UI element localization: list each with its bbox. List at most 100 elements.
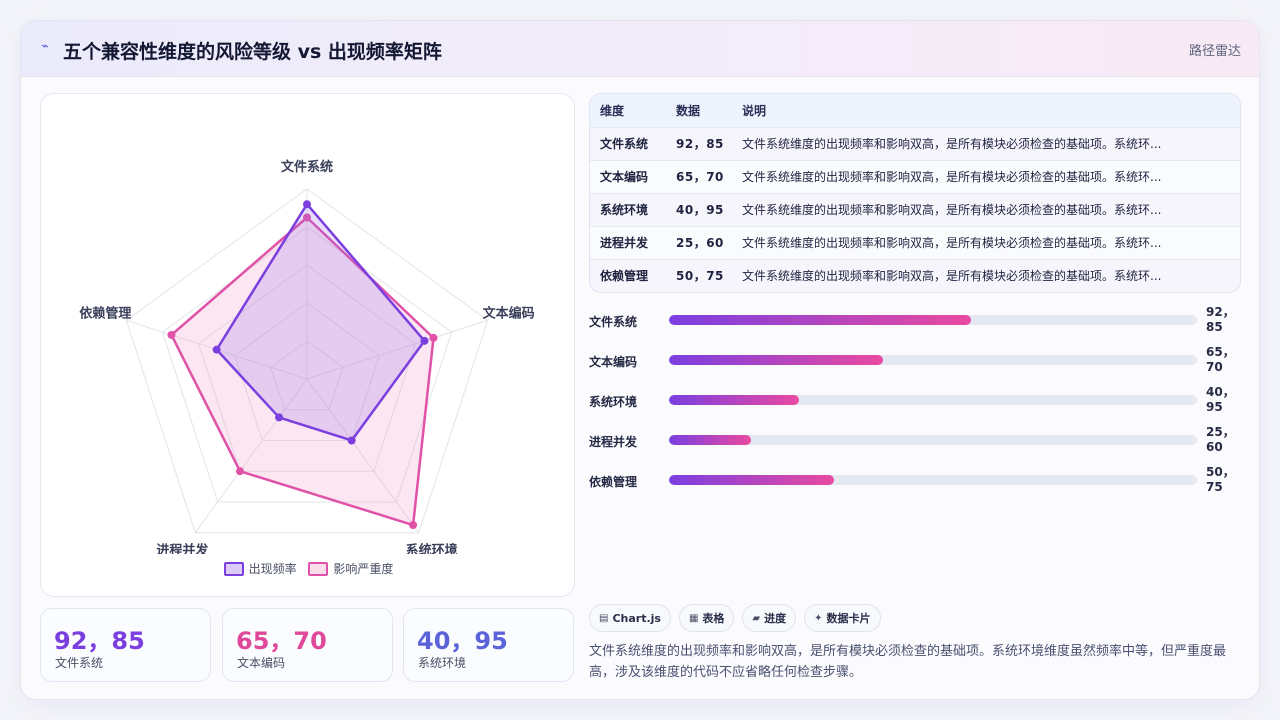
radar-data-point xyxy=(275,413,284,422)
chip-chartjs[interactable]: ▤ Chart.js xyxy=(589,604,671,632)
progress-label: 依赖管理 xyxy=(589,475,638,489)
cell-dimension: 文件系统 xyxy=(600,137,649,151)
progress-label: 文件系统 xyxy=(589,315,638,329)
progress-icon: ▰ xyxy=(752,612,761,624)
chip-table[interactable]: ▦ 表格 xyxy=(678,604,735,632)
page-title: 五个兼容性维度的风险等级 vs 出现频率矩阵 xyxy=(63,41,442,63)
stat-label: 文件系统 xyxy=(55,656,104,670)
progress-value: 40，95 xyxy=(1206,385,1235,414)
stat-value: 92，85 xyxy=(54,627,145,655)
pulse-icon: ⌁ xyxy=(41,39,49,54)
cell-dimension: 进程并发 xyxy=(600,236,649,250)
radar-data-point xyxy=(409,521,418,530)
stat-label: 系统环境 xyxy=(418,656,467,670)
stat-value: 65，70 xyxy=(236,627,327,655)
cell-data: 25，60 xyxy=(676,236,724,250)
progress-track xyxy=(669,475,1197,485)
tech-chips: ▤ Chart.js ▦ 表格 ▰ 进度 ✦ 数据卡片 xyxy=(589,604,881,632)
table-icon: ▦ xyxy=(688,612,699,624)
card-icon: ✦ xyxy=(814,612,823,624)
cell-data: 50，75 xyxy=(676,269,724,284)
chip-data-card[interactable]: ✦ 数据卡片 xyxy=(804,604,881,632)
header-bar: ⌁ 五个兼容性维度的风险等级 vs 出现频率矩阵 路径雷达 xyxy=(21,21,1259,77)
column-header-data[interactable]: 数据 xyxy=(676,94,742,127)
cell-description: 文件系统维度的出现频率和影响双高，是所有模块必须检查的基础项。系统环... xyxy=(742,269,1162,284)
progress-value: 92，85 xyxy=(1206,305,1235,334)
cell-data: 40，95 xyxy=(676,203,724,217)
progress-track xyxy=(669,355,1197,365)
legend-item-severity[interactable]: 影响严重度 xyxy=(308,560,393,577)
summary-text: 文件系统维度的出现频率和影响双高，是所有模块必须检查的基础项。系统环境维度虽然频… xyxy=(589,644,1227,680)
radar-data-point xyxy=(429,333,438,342)
table-row[interactable]: 依赖管理 50，75 文件系统维度的出现频率和影响双高，是所有模块必须检查的基础… xyxy=(590,259,1240,292)
stat-value: 40，95 xyxy=(417,627,508,655)
progress-row: 进程并发 25，60 xyxy=(589,425,1241,467)
chip-label: 数据卡片 xyxy=(826,612,871,625)
progress-row: 依赖管理 50，75 xyxy=(589,465,1241,507)
cell-dimension: 依赖管理 xyxy=(600,269,649,284)
radar-axis-label: 系统环境 xyxy=(406,543,458,554)
column-header-description[interactable]: 说明 xyxy=(742,94,1240,127)
radar-axis-label: 进程并发 xyxy=(156,543,209,554)
legend-label-frequency: 出现频率 xyxy=(248,562,297,576)
chip-progress[interactable]: ▰ 进度 xyxy=(742,604,797,632)
radar-axis-label: 文本编码 xyxy=(483,305,535,321)
radar-data-point xyxy=(212,345,221,354)
progress-fill xyxy=(669,355,883,365)
stat-card: 40，95 系统环境 xyxy=(403,608,574,682)
table-row[interactable]: 文件系统 92，85 文件系统维度的出现频率和影响双高，是所有模块必须检查的基础… xyxy=(590,127,1240,160)
column-header-dimension[interactable]: 维度 xyxy=(590,94,676,127)
progress-fill xyxy=(669,435,751,445)
legend-item-frequency[interactable]: 出现频率 xyxy=(223,560,297,577)
progress-value: 25，60 xyxy=(1206,425,1235,454)
progress-track xyxy=(669,395,1197,405)
progress-label: 文本编码 xyxy=(589,355,638,369)
radar-data-point xyxy=(167,330,176,339)
progress-track xyxy=(669,435,1197,445)
table-header-row: 维度 数据 说明 xyxy=(590,94,1240,127)
legend-swatch-severity xyxy=(308,561,329,576)
stat-card: 65，70 文本编码 xyxy=(222,608,393,682)
cell-description: 文件系统维度的出现频率和影响双高，是所有模块必须检查的基础项。系统环... xyxy=(742,203,1162,217)
cell-data: 92，85 xyxy=(676,137,724,151)
radar-chart-card: 文件系统文本编码系统环境 进程并发 依赖管理 出现频率 影响严重度 xyxy=(40,93,575,597)
data-table: 维度 数据 说明 文件系统 92，85 文件系统维度的出现频率和影响双高，是所有… xyxy=(590,94,1240,292)
chip-label: 进度 xyxy=(764,612,787,625)
progress-value: 65，70 xyxy=(1206,345,1235,374)
radar-data-point xyxy=(235,467,244,476)
cell-dimension: 文本编码 xyxy=(600,170,649,184)
dashboard-card: ⌁ 五个兼容性维度的风险等级 vs 出现频率矩阵 路径雷达 文件系统 文本编码 系统… xyxy=(20,20,1260,700)
progress-row: 文本编码 65，70 xyxy=(589,345,1241,387)
progress-fill xyxy=(669,475,835,485)
table-row[interactable]: 进程并发 25，60 文件系统维度的出现频率和影响双高，是所有模块必须检查的基础… xyxy=(590,226,1240,259)
cell-description: 文件系统维度的出现频率和影响双高，是所有模块必须检查的基础项。系统环... xyxy=(742,236,1162,250)
chip-label: 表格 xyxy=(702,612,725,625)
progress-value: 50，75 xyxy=(1206,465,1235,494)
radar-axis-label: 文件系统 xyxy=(281,159,333,175)
radar-data-point xyxy=(347,436,356,445)
radar-axis-label: 依赖管理 xyxy=(79,305,131,321)
legend-swatch-frequency xyxy=(223,561,244,576)
progress-track xyxy=(669,315,1197,325)
data-table-card: 维度 数据 说明 文件系统 92，85 文件系统维度的出现频率和影响双高，是所有… xyxy=(589,93,1241,293)
legend-label-severity: 影响严重度 xyxy=(333,562,394,576)
cell-data: 65，70 xyxy=(676,170,724,184)
chip-label: Chart.js xyxy=(612,611,661,625)
progress-row: 文件系统 92，85 xyxy=(589,305,1241,347)
progress-label: 系统环境 xyxy=(589,395,638,409)
progress-row: 系统环境 40，95 xyxy=(589,385,1241,427)
progress-fill xyxy=(669,395,799,405)
radar-chart: 文件系统文本编码系统环境 进程并发 依赖管理 xyxy=(79,159,535,554)
radar-data-point xyxy=(303,200,311,209)
stat-card: 92，85 文件系统 xyxy=(40,608,211,682)
chart-legend: 出现频率 影响严重度 xyxy=(41,560,576,579)
table-row[interactable]: 文本编码 65，70 文件系统维度的出现频率和影响双高，是所有模块必须检查的基础… xyxy=(590,160,1240,193)
stat-label: 文本编码 xyxy=(237,656,286,670)
table-row[interactable]: 系统环境 40，95 文件系统维度的出现频率和影响双高，是所有模块必须检查的基础… xyxy=(590,193,1240,226)
header-badge: 路径雷达 xyxy=(1188,44,1241,59)
progress-list: 文件系统 92，85 文本编码 65，70 系统环境 40，95 进程并发 25… xyxy=(589,305,1241,507)
progress-label: 进程并发 xyxy=(589,435,638,449)
cell-description: 文件系统维度的出现频率和影响双高，是所有模块必须检查的基础项。系统环... xyxy=(742,170,1162,184)
radar-data-point xyxy=(420,336,429,345)
chart-icon: ▤ xyxy=(599,612,609,624)
